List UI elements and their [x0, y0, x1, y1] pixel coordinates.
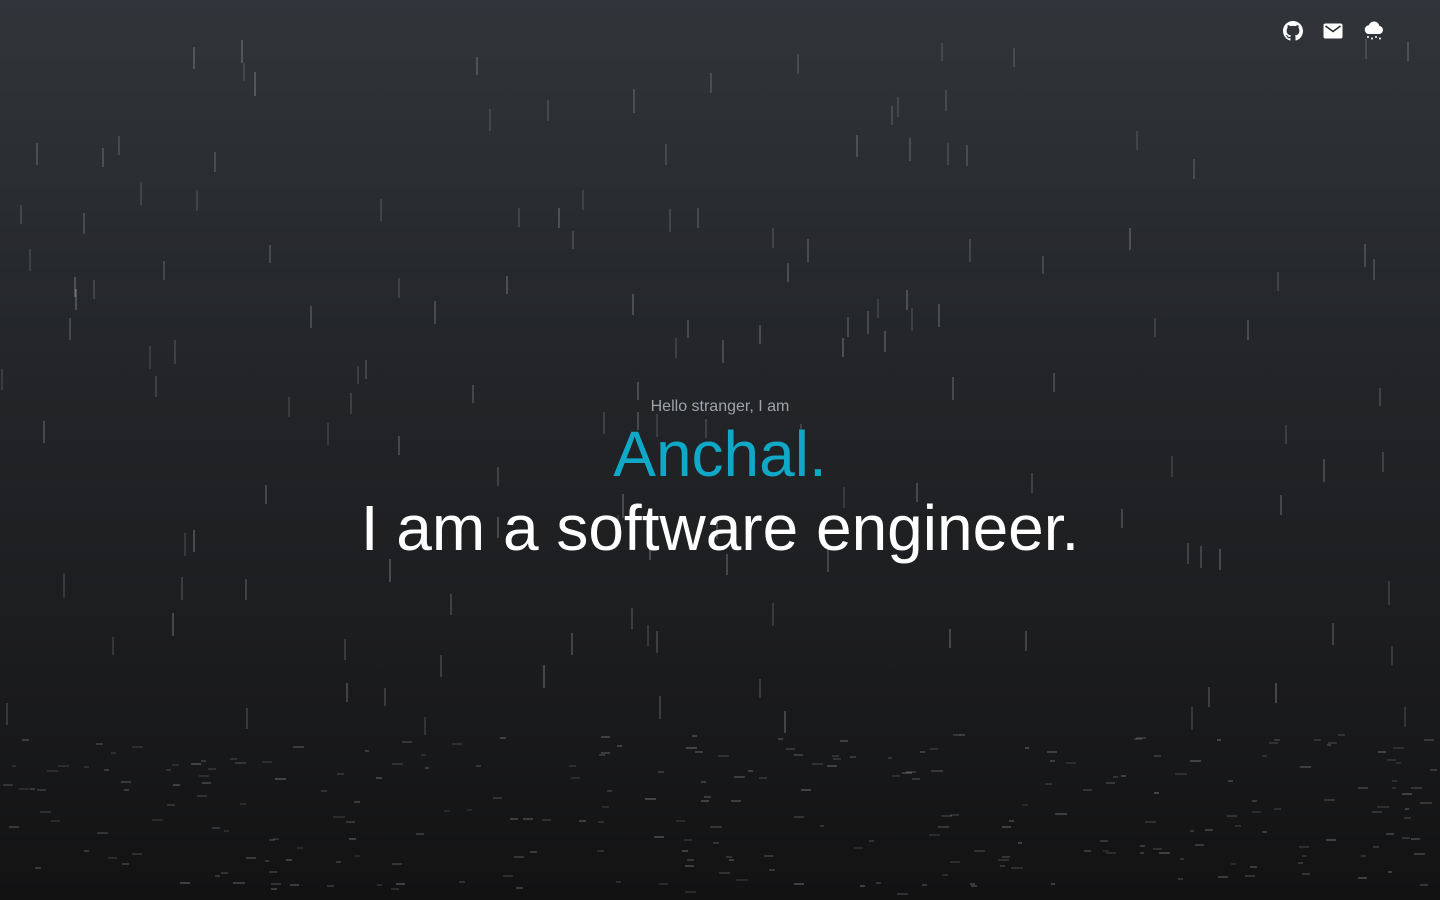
tagline-heading: I am a software engineer. [360, 492, 1080, 564]
top-nav [1282, 20, 1384, 42]
rain-cloud-icon [1364, 21, 1384, 40]
greeting-text: Hello stranger, I am [650, 398, 790, 415]
name-heading: Anchal. [613, 418, 827, 490]
mail-icon [1323, 23, 1343, 39]
github-link[interactable] [1282, 20, 1304, 42]
email-link[interactable] [1322, 20, 1344, 42]
rain-toggle-link[interactable] [1362, 20, 1384, 42]
github-icon [1283, 21, 1303, 41]
hero-section: Hello stranger, I am Anchal. I am a soft… [0, 396, 1440, 566]
